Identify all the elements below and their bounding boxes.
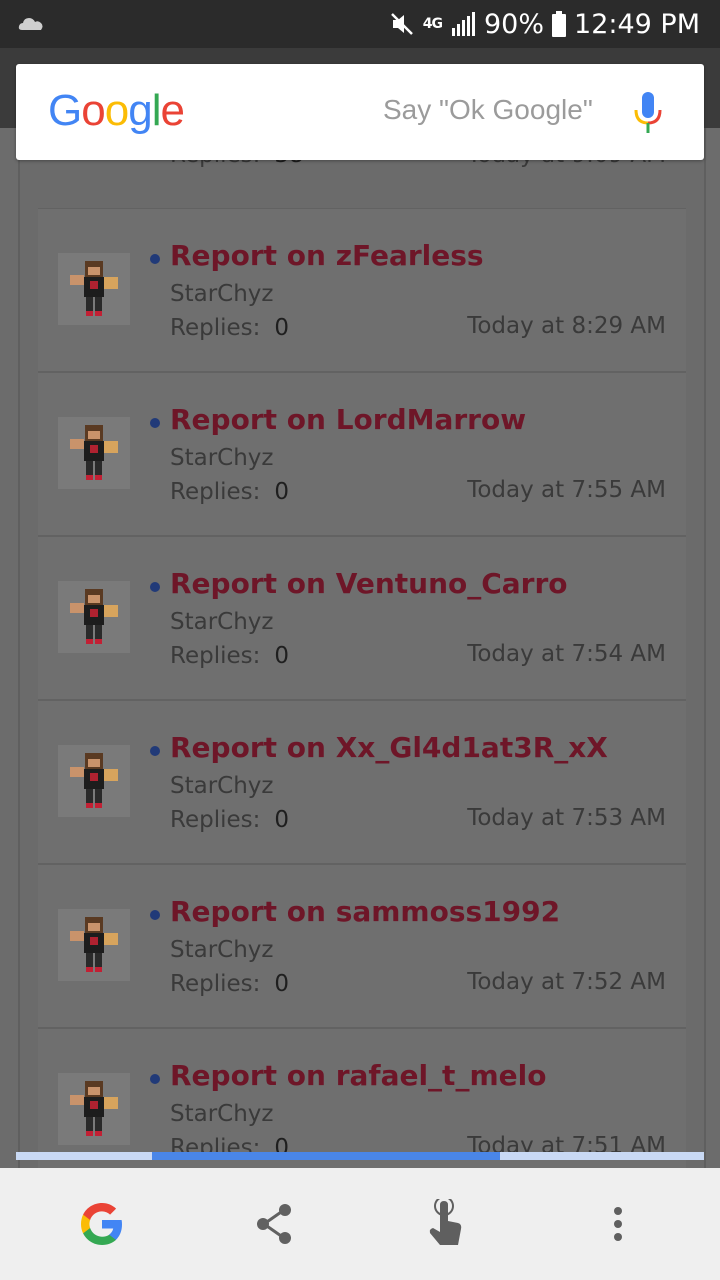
- thread-row[interactable]: Report on LordMarrow StarChyz Replies: 0 …: [38, 372, 686, 536]
- thread-replies: Replies: 0: [170, 807, 290, 833]
- thread-author[interactable]: StarChyz: [170, 281, 274, 307]
- network-type: 4G: [422, 16, 443, 32]
- avatar[interactable]: [58, 253, 130, 325]
- thread-replies: Replies: 0: [170, 479, 290, 505]
- thread-row[interactable]: Report on Xx_Gl4d1at3R_xX StarChyz Repli…: [38, 700, 686, 864]
- touch-hand-icon[interactable]: [418, 1196, 474, 1252]
- battery-icon: [552, 11, 567, 37]
- thread-title-link[interactable]: Report on Ventuno_Carro: [170, 567, 568, 600]
- unread-dot: [150, 254, 160, 264]
- unread-dot: [150, 746, 160, 756]
- thread-row[interactable]: Report on Ventuno_Carro StarChyz Replies…: [38, 536, 686, 700]
- google-g-icon[interactable]: [74, 1196, 130, 1252]
- unread-dot: [150, 910, 160, 920]
- progress-fill: [152, 1152, 500, 1160]
- avatar[interactable]: [58, 1073, 130, 1145]
- thread-date: Today at 7:55 AM: [467, 477, 666, 503]
- cloud-icon: [18, 18, 43, 30]
- minecraft-skin-icon: [70, 425, 118, 480]
- status-bar: 4G 90% 12:49 PM: [0, 0, 720, 48]
- thread-title-link[interactable]: Report on zFearless: [170, 239, 484, 272]
- avatar[interactable]: [58, 745, 130, 817]
- thread-replies: Replies: 0: [170, 315, 290, 341]
- thread-replies: Replies: 0: [170, 971, 290, 997]
- minecraft-skin-icon: [70, 917, 118, 972]
- battery-percent: 90%: [484, 8, 545, 40]
- minecraft-skin-icon: [70, 1081, 118, 1136]
- avatar[interactable]: [58, 417, 130, 489]
- avatar[interactable]: [58, 909, 130, 981]
- google-logo: Google: [48, 86, 185, 135]
- thread-row[interactable]: Report on rafael_t_melo StarChyz Replies…: [38, 1028, 686, 1168]
- thread-author[interactable]: StarChyz: [170, 445, 274, 471]
- thread-title-link[interactable]: Report on sammoss1992: [170, 895, 560, 928]
- bottom-toolbar: [0, 1168, 720, 1280]
- thread-author[interactable]: StarChyz: [170, 937, 274, 963]
- minecraft-skin-icon: [70, 589, 118, 644]
- thread-date: Today at 7:54 AM: [467, 641, 666, 667]
- share-icon[interactable]: [246, 1196, 302, 1252]
- minecraft-skin-icon: [70, 261, 118, 316]
- thread-list[interactable]: Replies:38 Today at 9:09 AM Report on zF…: [18, 128, 706, 1168]
- thread-title-link[interactable]: Report on LordMarrow: [170, 403, 526, 436]
- thread-author[interactable]: StarChyz: [170, 609, 274, 635]
- mute-icon: [390, 13, 413, 35]
- page-load-progress: [16, 1152, 704, 1160]
- thread-row[interactable]: Report on zFearless StarChyz Replies: 0 T…: [38, 208, 686, 372]
- microphone-icon[interactable]: [632, 90, 664, 136]
- unread-dot: [150, 1074, 160, 1084]
- clock: 12:49 PM: [574, 8, 700, 40]
- google-search-bar[interactable]: Google Say "Ok Google": [16, 64, 704, 160]
- thread-date: Today at 7:52 AM: [467, 969, 666, 995]
- thread-title-link[interactable]: Report on Xx_Gl4d1at3R_xX: [170, 731, 608, 764]
- search-hint[interactable]: Say "Ok Google": [383, 94, 593, 126]
- unread-dot: [150, 582, 160, 592]
- minecraft-skin-icon: [70, 753, 118, 808]
- thread-author[interactable]: StarChyz: [170, 1101, 274, 1127]
- thread-row[interactable]: Report on sammoss1992 StarChyz Replies: 0…: [38, 864, 686, 1028]
- unread-dot: [150, 418, 160, 428]
- thread-date: Today at 7:53 AM: [467, 805, 666, 831]
- signal-icon: [452, 12, 475, 36]
- thread-replies: Replies: 0: [170, 643, 290, 669]
- more-vert-icon[interactable]: [590, 1196, 646, 1252]
- thread-title-link[interactable]: Report on rafael_t_melo: [170, 1059, 546, 1092]
- avatar[interactable]: [58, 581, 130, 653]
- thread-date: Today at 8:29 AM: [467, 313, 666, 339]
- thread-author[interactable]: StarChyz: [170, 773, 274, 799]
